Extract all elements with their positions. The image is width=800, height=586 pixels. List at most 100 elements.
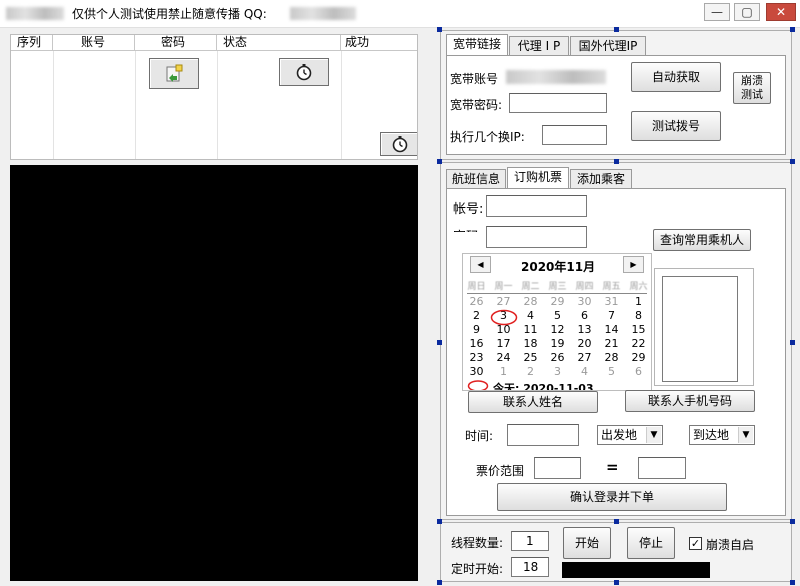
calendar-day[interactable]: 25: [517, 351, 544, 365]
auto-get-button[interactable]: 自动获取: [631, 62, 721, 92]
calendar-day[interactable]: 26: [463, 295, 490, 309]
calendar-day[interactable]: 14: [598, 323, 625, 337]
calendar-day[interactable]: 23: [463, 351, 490, 365]
time-input[interactable]: [507, 424, 579, 446]
price-to-input[interactable]: [638, 457, 686, 479]
crash-restart-checkbox[interactable]: ✓: [689, 537, 702, 550]
calendar-day[interactable]: 27: [490, 295, 517, 309]
calendar-day[interactable]: 28: [517, 295, 544, 309]
calendar-day[interactable]: 5: [598, 365, 625, 379]
selection-handle: [437, 580, 442, 585]
calendar-day[interactable]: 15: [625, 323, 651, 337]
key-edit-icon: [166, 64, 183, 82]
query-passengers-button[interactable]: 查询常用乘机人: [653, 229, 751, 251]
grid-header-index[interactable]: 序列: [11, 35, 53, 51]
arrival-select-value: 到达地: [693, 428, 730, 442]
calendar-day[interactable]: 22: [625, 337, 651, 351]
calendar-day[interactable]: 19: [544, 337, 571, 351]
success-cell-button[interactable]: [380, 132, 417, 156]
tab-add-passenger[interactable]: 添加乘客: [570, 169, 632, 189]
timer-start-input[interactable]: 18: [511, 557, 549, 577]
calendar-day[interactable]: 26: [544, 351, 571, 365]
tab-proxy-ip[interactable]: 代理 I P: [509, 36, 569, 56]
calendar-day[interactable]: 3: [544, 365, 571, 379]
selection-handle: [437, 519, 442, 524]
tab-buy-ticket[interactable]: 订购机票: [507, 167, 569, 189]
calendar-week-row: 30 1 2 3 4 5 6: [463, 365, 651, 379]
calendar-day[interactable]: 2: [463, 309, 490, 323]
calendar-day[interactable]: 9: [463, 323, 490, 337]
calendar-day[interactable]: 20: [571, 337, 598, 351]
calendar-day[interactable]: 21: [598, 337, 625, 351]
crash-test-label-line2: 测试: [741, 88, 763, 101]
window-title: 仅供个人测试使用禁止随意传播 QQ:: [72, 7, 267, 21]
date-picker-calendar[interactable]: ◀ 2020年11月 ▶ 周日 周一 周二 周三 周四 周五 周六 26 27 28…: [462, 253, 652, 391]
calendar-day[interactable]: 1: [625, 295, 651, 309]
calendar-day[interactable]: 17: [490, 337, 517, 351]
grid-header-password[interactable]: 密码: [135, 35, 217, 51]
calendar-weekday-divider: [467, 293, 647, 294]
selection-handle: [437, 340, 442, 345]
price-from-input[interactable]: [534, 457, 581, 479]
calendar-today-link[interactable]: 今天: 2020-11-03: [493, 380, 594, 390]
grid-header-success[interactable]: 成功: [341, 35, 417, 51]
qq-number-redacted: [290, 7, 356, 20]
departure-select[interactable]: 出发地 ▼: [597, 425, 663, 445]
calendar-day[interactable]: 4: [571, 365, 598, 379]
tab-foreign-proxy[interactable]: 国外代理IP: [570, 36, 646, 56]
calendar-day[interactable]: 16: [463, 337, 490, 351]
password-cell-button[interactable]: [149, 58, 199, 89]
calendar-day[interactable]: 28: [598, 351, 625, 365]
crash-test-button[interactable]: 崩溃 测试: [733, 72, 771, 104]
grid-header-account[interactable]: 账号: [53, 35, 135, 51]
minimize-button[interactable]: —: [704, 3, 730, 21]
ip-change-count-input[interactable]: [542, 125, 607, 145]
calendar-day[interactable]: 30: [463, 365, 490, 379]
calendar-day[interactable]: 2: [517, 365, 544, 379]
calendar-next-month-button[interactable]: ▶: [623, 256, 644, 273]
thread-count-input[interactable]: 1: [511, 531, 549, 551]
start-button[interactable]: 开始: [563, 527, 611, 559]
status-cell-button[interactable]: [279, 58, 329, 86]
departure-select-value: 出发地: [601, 428, 638, 442]
selection-handle: [614, 519, 619, 524]
calendar-day[interactable]: 11: [517, 323, 544, 337]
weekday-label: 周日: [467, 282, 486, 292]
calendar-day[interactable]: 29: [625, 351, 651, 365]
calendar-day[interactable]: 24: [490, 351, 517, 365]
arrival-select[interactable]: 到达地 ▼: [689, 425, 755, 445]
calendar-day[interactable]: 1: [490, 365, 517, 379]
app-icon-redacted: [6, 7, 64, 20]
order-account-input[interactable]: [486, 195, 587, 217]
calendar-day[interactable]: 18: [517, 337, 544, 351]
order-password-input[interactable]: [486, 226, 587, 248]
grid-header-status[interactable]: 状态: [217, 35, 341, 51]
test-dial-button[interactable]: 测试拨号: [631, 111, 721, 141]
calendar-prev-month-button[interactable]: ◀: [470, 256, 491, 273]
close-button[interactable]: ✕: [766, 3, 796, 21]
calendar-day[interactable]: 13: [571, 323, 598, 337]
calendar-day[interactable]: 6: [571, 309, 598, 323]
calendar-day[interactable]: 12: [544, 323, 571, 337]
thread-count-label: 线程数量:: [451, 536, 504, 550]
restore-button[interactable]: ▢: [734, 3, 760, 21]
calendar-day[interactable]: 31: [598, 295, 625, 309]
broadband-password-input[interactable]: [509, 93, 607, 113]
selection-handle: [614, 580, 619, 585]
calendar-day[interactable]: 4: [517, 309, 544, 323]
calendar-day[interactable]: 29: [544, 295, 571, 309]
calendar-day[interactable]: 27: [571, 351, 598, 365]
log-console[interactable]: [10, 165, 418, 581]
account-grid[interactable]: 序列 账号 密码 状态 成功: [10, 34, 418, 160]
stop-button[interactable]: 停止: [627, 527, 675, 559]
calendar-day[interactable]: 6: [625, 365, 651, 379]
calendar-day[interactable]: 8: [625, 309, 651, 323]
calendar-day[interactable]: 5: [544, 309, 571, 323]
calendar-day[interactable]: 7: [598, 309, 625, 323]
confirm-login-order-button[interactable]: 确认登录并下单: [497, 483, 727, 511]
calendar-day[interactable]: 30: [571, 295, 598, 309]
contact-name-button[interactable]: 联系人姓名: [468, 391, 598, 413]
tab-broadband[interactable]: 宽带链接: [446, 34, 508, 56]
contact-phone-button[interactable]: 联系人手机号码: [625, 390, 755, 412]
tab-flight-info[interactable]: 航班信息: [446, 169, 506, 189]
